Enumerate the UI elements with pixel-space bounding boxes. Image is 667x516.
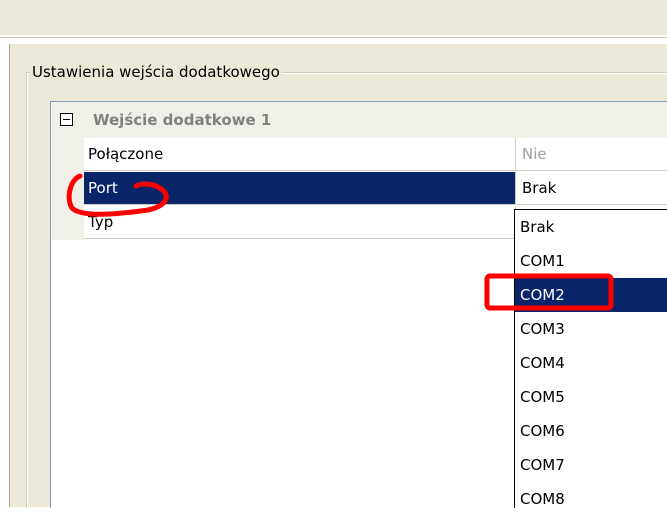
- dropdown-option[interactable]: COM4: [515, 346, 667, 380]
- property-value[interactable]: Nie: [516, 138, 667, 171]
- property-row-port[interactable]: Port Brak: [51, 172, 667, 206]
- dropdown-option[interactable]: COM8: [515, 482, 667, 516]
- dropdown-option[interactable]: COM3: [515, 312, 667, 346]
- category-label: Wejście dodatkowe 1: [93, 111, 272, 129]
- property-value-combobox[interactable]: Brak: [516, 172, 667, 205]
- row-gutter: [51, 206, 84, 240]
- dropdown-option[interactable]: COM5: [515, 380, 667, 414]
- row-gutter: [51, 138, 84, 172]
- property-name[interactable]: Typ: [84, 206, 516, 239]
- dropdown-option-selected[interactable]: COM2: [515, 278, 667, 312]
- collapse-minus-icon[interactable]: [60, 113, 73, 126]
- dropdown-option[interactable]: COM7: [515, 448, 667, 482]
- property-name[interactable]: Port: [84, 172, 516, 205]
- dropdown-option[interactable]: Brak: [515, 210, 667, 244]
- panel-edge: [9, 44, 10, 507]
- row-gutter: [51, 172, 84, 206]
- property-row-polaczone[interactable]: Połączone Nie: [51, 138, 667, 172]
- top-toolbar: [0, 0, 667, 35]
- port-dropdown-list[interactable]: Brak COM1 COM2 COM3 COM4 COM5 COM6 COM7 …: [514, 209, 667, 508]
- category-header[interactable]: Wejście dodatkowe 1: [51, 102, 667, 138]
- dropdown-option[interactable]: COM6: [515, 414, 667, 448]
- dropdown-option[interactable]: COM1: [515, 244, 667, 278]
- property-name[interactable]: Połączone: [84, 138, 516, 171]
- top-separator-shadow: [0, 37, 667, 38]
- groupbox-title: Ustawienia wejścia dodatkowego: [30, 62, 282, 82]
